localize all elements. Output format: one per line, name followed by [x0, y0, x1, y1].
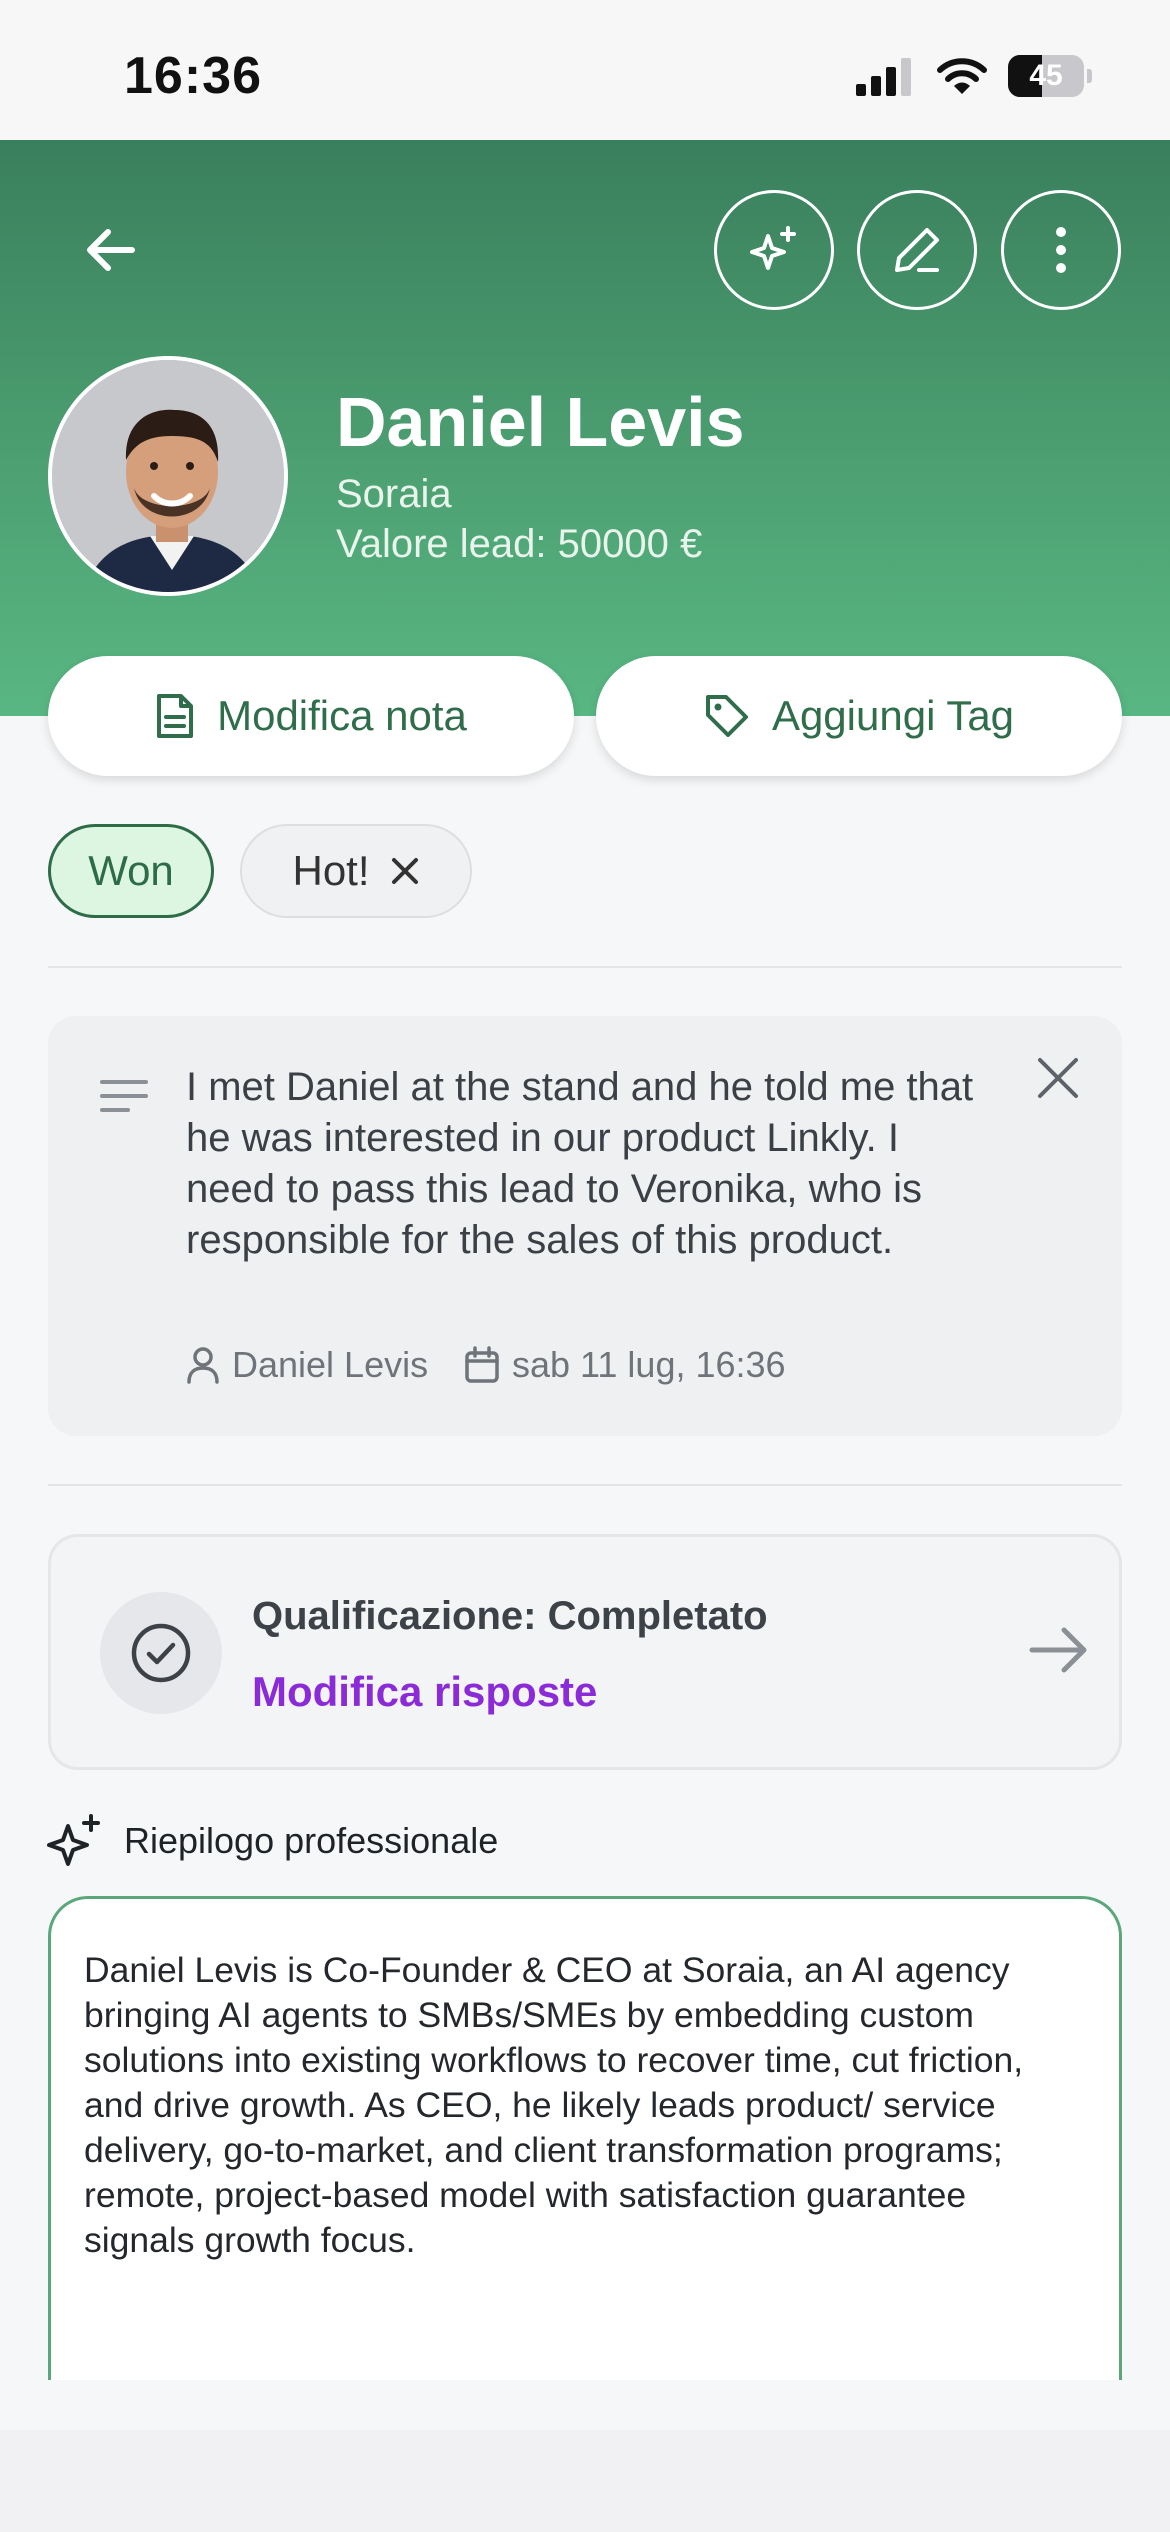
edit-note-button[interactable]: Modifica nota — [48, 656, 574, 776]
arrow-left-icon — [87, 229, 135, 271]
sparkles-icon — [750, 226, 796, 270]
tag-hot[interactable]: Hot! — [240, 824, 472, 918]
edit-contact-button[interactable] — [857, 190, 977, 310]
document-icon — [157, 694, 194, 738]
contact-name: Daniel Levis — [336, 383, 745, 461]
pencil-icon — [895, 228, 939, 272]
sparkles-icon — [47, 1814, 100, 1866]
status-time: 16:36 — [124, 47, 262, 105]
bottom-bar — [0, 2430, 1170, 2532]
note-author: Daniel Levis — [186, 1344, 428, 1386]
summary-title: Riepilogo professionale — [124, 1820, 499, 1861]
battery-percent: 45 — [1029, 59, 1063, 92]
more-options-button[interactable] — [1001, 190, 1121, 310]
more-vertical-icon — [1056, 227, 1066, 273]
calendar-icon — [465, 1346, 499, 1383]
summary-header: Riepilogo professionale — [46, 1812, 498, 1870]
divider — [48, 966, 1122, 968]
qualification-title: Qualificazione: Completato — [252, 1594, 768, 1638]
add-tag-button[interactable]: Aggiungi Tag — [596, 656, 1122, 776]
check-circle-icon — [131, 1623, 191, 1683]
cellular-signal-icon — [856, 58, 911, 96]
avatar — [48, 356, 288, 596]
qualification-status — [100, 1592, 222, 1714]
arrow-right-icon[interactable] — [1028, 1622, 1090, 1678]
user-icon — [187, 1347, 219, 1384]
lead-value: Valore lead: 50000 € — [336, 522, 703, 566]
edit-note-label: Modifica nota — [217, 692, 467, 739]
close-icon[interactable] — [1036, 1056, 1080, 1100]
ai-enrich-button[interactable] — [714, 190, 834, 310]
tag-label: Won — [88, 847, 174, 894]
back-button[interactable] — [70, 210, 150, 290]
wifi-icon — [937, 58, 987, 94]
edit-answers-link[interactable]: Modifica risposte — [252, 1668, 597, 1716]
note-date: sab 11 lug, 16:36 — [464, 1344, 786, 1386]
note-author-name: Daniel Levis — [232, 1344, 429, 1385]
divider — [48, 1484, 1122, 1486]
battery-icon: 45 — [1008, 55, 1092, 97]
tag-won[interactable]: Won — [48, 824, 214, 918]
note-text: I met Daniel at the stand and he told me… — [186, 1065, 974, 1262]
contact-company: Soraia — [336, 472, 452, 516]
text-lines-icon — [100, 1080, 148, 1112]
tag-icon — [705, 695, 748, 737]
add-tag-label: Aggiungi Tag — [771, 692, 1015, 739]
close-icon[interactable] — [390, 856, 420, 886]
tag-label: Hot! — [292, 847, 370, 894]
summary-text: Daniel Levis is Co-Founder & CEO at Sora… — [84, 1950, 1024, 2260]
status-bar: 16:36 45 — [0, 0, 1170, 140]
note-date-text: sab 11 lug, 16:36 — [512, 1344, 786, 1385]
